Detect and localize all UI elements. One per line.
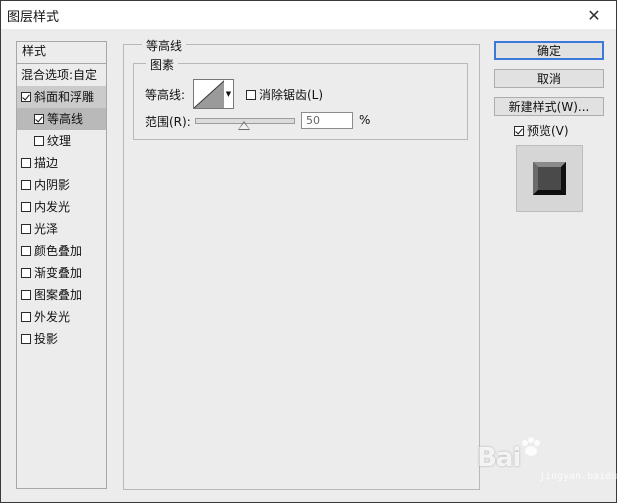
style-item-checkbox[interactable]	[21, 334, 31, 344]
new-style-button[interactable]: 新建样式(W)...	[494, 97, 604, 116]
style-item-checkbox[interactable]	[21, 290, 31, 300]
style-item-checkbox[interactable]	[21, 246, 31, 256]
style-item-checkbox[interactable]	[21, 202, 31, 212]
style-item-checkbox[interactable]	[34, 136, 44, 146]
style-item-label: 渐变叠加	[34, 266, 83, 280]
style-item-label: 内阴影	[34, 178, 71, 192]
preview-checkbox[interactable]: 预览(V)	[514, 122, 569, 139]
style-item-checkbox[interactable]	[34, 114, 44, 124]
style-list-item[interactable]: 描边	[17, 152, 106, 174]
antialias-label: 消除锯齿(L)	[259, 88, 324, 102]
style-list-item[interactable]: 图案叠加	[17, 284, 106, 306]
cancel-button[interactable]: 取消	[494, 69, 604, 88]
style-list-item[interactable]: 混合选项:自定	[17, 64, 106, 86]
contour-group: 等高线 图素 等高线: ▼ 消除锯齿(L) 范围(R): %	[123, 37, 480, 490]
preview-label: 预览(V)	[527, 124, 569, 138]
style-item-checkbox[interactable]	[21, 180, 31, 190]
antialias-checkbox-box[interactable]	[246, 90, 256, 100]
window-title: 图层样式	[7, 10, 60, 25]
style-item-checkbox[interactable]	[21, 268, 31, 278]
watermark-logo: Bai	[477, 443, 521, 473]
style-list-item[interactable]: 渐变叠加	[17, 262, 106, 284]
style-list-item[interactable]: 投影	[17, 328, 106, 350]
style-list-item[interactable]: 等高线	[17, 108, 106, 130]
style-item-label: 纹理	[47, 134, 72, 148]
contour-dropdown-button[interactable]: ▼	[224, 79, 234, 109]
style-list-item[interactable]: 光泽	[17, 218, 106, 240]
style-item-checkbox[interactable]	[21, 92, 31, 102]
style-list: 样式 混合选项:自定斜面和浮雕等高线纹理描边内阴影内发光光泽颜色叠加渐变叠加图案…	[16, 41, 107, 489]
style-list-header[interactable]: 样式	[17, 42, 106, 64]
close-button[interactable]: ✕	[572, 1, 616, 29]
style-item-label: 斜面和浮雕	[34, 90, 95, 104]
style-list-item[interactable]: 纹理	[17, 130, 106, 152]
contour-label: 等高线:	[145, 88, 186, 102]
elements-group-title: 图素	[146, 56, 179, 73]
close-icon: ✕	[587, 5, 601, 25]
preview-checkbox-box[interactable]	[514, 126, 524, 136]
style-list-items: 混合选项:自定斜面和浮雕等高线纹理描边内阴影内发光光泽颜色叠加渐变叠加图案叠加外…	[17, 64, 106, 350]
style-list-item[interactable]: 颜色叠加	[17, 240, 106, 262]
style-item-label: 投影	[34, 332, 59, 346]
style-item-label: 描边	[34, 156, 59, 170]
elements-group: 图素 等高线: ▼ 消除锯齿(L) 范围(R): %	[133, 56, 468, 140]
style-list-item[interactable]: 斜面和浮雕	[17, 86, 106, 108]
style-list-item[interactable]: 内发光	[17, 196, 106, 218]
paw-icon	[522, 437, 540, 456]
style-item-checkbox[interactable]	[21, 158, 31, 168]
bevel-preview-icon	[533, 162, 566, 195]
style-preview	[516, 145, 583, 212]
baidu-watermark: Bai jingyan.baidu.com	[477, 437, 617, 485]
style-item-checkbox[interactable]	[21, 312, 31, 322]
ok-button[interactable]: 确定	[494, 41, 604, 60]
style-list-item[interactable]: 内阴影	[17, 174, 106, 196]
style-item-checkbox[interactable]	[21, 224, 31, 234]
style-item-label: 光泽	[34, 222, 59, 236]
style-item-label: 颜色叠加	[34, 244, 83, 258]
antialias-checkbox[interactable]: 消除锯齿(L)	[246, 86, 323, 103]
layer-style-dialog: 图层样式 ✕ 样式 混合选项:自定 斜面和浮雕 等高线 纹理 描边 内阴影 内发光 光泽 颜色叠…	[0, 0, 617, 503]
style-item-label: 外发光	[34, 310, 71, 324]
style-list-item[interactable]: 外发光	[17, 306, 106, 328]
range-slider-thumb[interactable]	[238, 121, 250, 130]
range-input[interactable]	[301, 112, 353, 129]
contour-picker[interactable]	[193, 79, 226, 109]
watermark-url: jingyan.baidu.com	[539, 471, 617, 482]
style-item-label: 内发光	[34, 200, 71, 214]
contour-curve-icon	[194, 80, 225, 108]
range-label: 范围(R):	[145, 115, 191, 129]
dropdown-arrow-icon: ▼	[225, 90, 232, 98]
style-item-label: 等高线	[47, 112, 84, 126]
style-item-label: 混合选项:自定	[21, 68, 98, 82]
contour-group-title: 等高线	[142, 37, 187, 54]
percent-sign: %	[359, 113, 371, 127]
title-bar[interactable]: 图层样式 ✕	[1, 1, 616, 29]
style-item-label: 图案叠加	[34, 288, 83, 302]
